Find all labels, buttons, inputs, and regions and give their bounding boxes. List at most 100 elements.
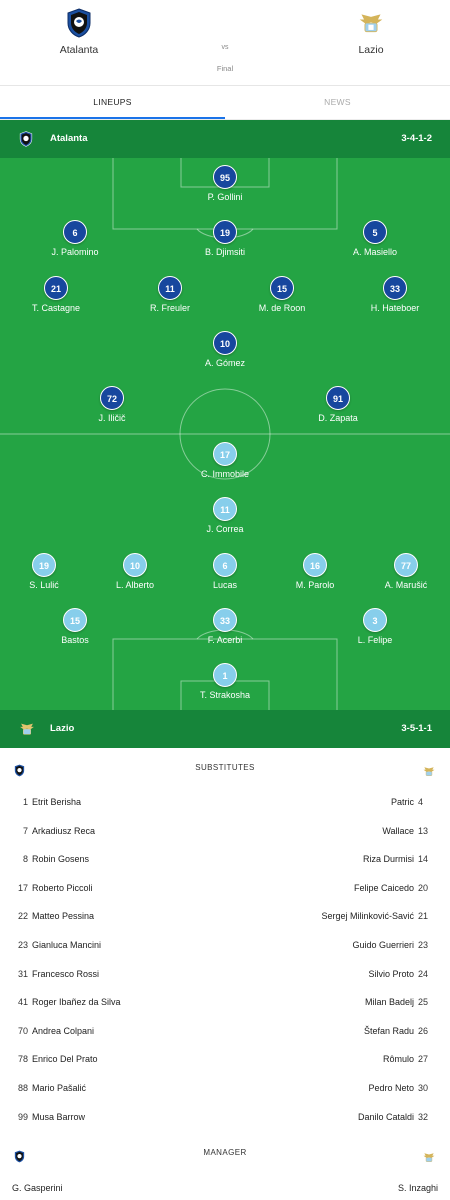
away-sub-name[interactable]: Patric bbox=[391, 797, 414, 807]
player-name: R. Freuler bbox=[149, 303, 190, 313]
away-sub-number: 23 bbox=[418, 940, 429, 950]
away-player[interactable]: 11 J. Correa bbox=[175, 497, 275, 534]
away-team-bar: Lazio 3-5-1-1 bbox=[0, 710, 450, 748]
home-player[interactable]: 11 R. Freuler bbox=[120, 276, 220, 313]
player-number: 19 bbox=[213, 220, 237, 244]
away-sub-number: 30 bbox=[418, 1083, 429, 1093]
home-sub-number: 41 bbox=[17, 997, 28, 1008]
away-player[interactable]: 3 L. Felipe bbox=[325, 608, 425, 645]
home-sub-number: 17 bbox=[17, 882, 28, 893]
away-player[interactable]: 1 T. Strakosha bbox=[175, 663, 275, 700]
tab-lineups[interactable]: LINEUPS bbox=[0, 86, 225, 119]
home-sub-name[interactable]: Etrit Berisha bbox=[32, 797, 81, 807]
home-sub-number: 88 bbox=[17, 1083, 28, 1093]
home-player[interactable]: 19 B. Djimsiti bbox=[175, 220, 275, 257]
player-number: 11 bbox=[213, 497, 237, 521]
lazio-eagle-crest-icon bbox=[359, 14, 383, 33]
away-sub-number: 25 bbox=[418, 997, 429, 1008]
away-player[interactable]: 15 Bastos bbox=[25, 608, 125, 645]
away-player[interactable]: 16 M. Parolo bbox=[265, 553, 365, 590]
atalanta-crest-icon bbox=[19, 131, 33, 147]
home-sub-name[interactable]: Arkadiusz Reca bbox=[32, 826, 95, 836]
substitutes-title: SUBSTITUTES bbox=[195, 763, 255, 772]
player-name: D. Zapata bbox=[318, 413, 358, 423]
home-sub-name[interactable]: Francesco Rossi bbox=[32, 969, 99, 979]
substitute-row: 17 Roberto Piccoli Felipe Caicedo 20 bbox=[0, 874, 450, 902]
away-sub-name[interactable]: Sergej Milinković-Savić bbox=[321, 911, 414, 921]
player-number: 19 bbox=[32, 553, 56, 577]
home-player[interactable]: 91 D. Zapata bbox=[288, 386, 388, 423]
player-number: 1 bbox=[213, 663, 237, 687]
player-name: A. Marušić bbox=[384, 580, 428, 590]
away-sub-number: 14 bbox=[418, 854, 429, 865]
player-number: 6 bbox=[63, 220, 87, 244]
player-number: 21 bbox=[44, 276, 68, 300]
away-player[interactable]: 33 F. Acerbi bbox=[175, 608, 275, 645]
away-sub-name[interactable]: Rômulo bbox=[383, 1054, 414, 1064]
player-name: J. Iličič bbox=[98, 413, 126, 423]
manager-header: MANAGER bbox=[0, 1134, 450, 1174]
away-player[interactable]: 6 Lucas bbox=[175, 553, 275, 590]
home-sub-number: 1 bbox=[22, 797, 28, 807]
home-player[interactable]: 72 J. Iličič bbox=[62, 386, 162, 423]
home-player[interactable]: 5 A. Masiello bbox=[325, 220, 425, 257]
home-sub-name[interactable]: Mario Pašalić bbox=[32, 1083, 86, 1093]
lazio-eagle-crest-icon bbox=[423, 1153, 435, 1162]
away-sub-name[interactable]: Pedro Neto bbox=[368, 1083, 414, 1093]
home-player[interactable]: 95 P. Gollini bbox=[175, 165, 275, 202]
away-player[interactable]: 10 L. Alberto bbox=[85, 553, 185, 590]
player-number: 11 bbox=[158, 276, 182, 300]
away-sub-name[interactable]: Guido Guerrieri bbox=[352, 940, 414, 950]
player-name: J. Palomino bbox=[51, 247, 99, 257]
away-player[interactable]: 19 S. Lulić bbox=[0, 553, 94, 590]
home-sub-name[interactable]: Robin Gosens bbox=[32, 854, 89, 864]
player-name: A. Masiello bbox=[352, 247, 397, 257]
manager-row: G. Gasperini S. Inzaghi bbox=[0, 1180, 450, 1196]
away-team-block[interactable]: Lazio bbox=[311, 8, 431, 56]
match-header: Atalanta vs Final Lazio bbox=[0, 0, 450, 86]
player-name: T. Castagne bbox=[31, 303, 81, 313]
home-player[interactable]: 21 T. Castagne bbox=[6, 276, 106, 313]
home-manager[interactable]: G. Gasperini bbox=[12, 1183, 63, 1193]
home-sub-number: 99 bbox=[17, 1111, 28, 1122]
home-formation: 3-4-1-2 bbox=[401, 133, 432, 144]
substitute-row: 31 Francesco Rossi Silvio Proto 24 bbox=[0, 960, 450, 988]
home-sub-name[interactable]: Andrea Colpani bbox=[32, 1026, 94, 1036]
substitute-row: 78 Enrico Del Prato Rômulo 27 bbox=[0, 1045, 450, 1073]
away-player[interactable]: 17 C. Immobile bbox=[175, 442, 275, 479]
home-sub-name[interactable]: Roberto Piccoli bbox=[32, 883, 93, 893]
substitute-row: 70 Andrea Colpani Štefan Radu 26 bbox=[0, 1017, 450, 1045]
player-name: P. Gollini bbox=[207, 192, 243, 202]
player-name: C. Immobile bbox=[200, 469, 249, 479]
player-name: L. Alberto bbox=[115, 580, 155, 590]
home-player[interactable]: 10 A. Gómez bbox=[175, 331, 275, 368]
away-sub-number: 27 bbox=[418, 1054, 429, 1065]
player-name: Bastos bbox=[61, 635, 89, 645]
away-sub-name[interactable]: Riza Durmisi bbox=[363, 854, 414, 864]
player-name: T. Strakosha bbox=[199, 690, 251, 700]
player-name: J. Correa bbox=[206, 524, 244, 534]
substitute-row: 8 Robin Gosens Riza Durmisi 14 bbox=[0, 845, 450, 873]
away-sub-number: 13 bbox=[418, 825, 429, 836]
home-sub-name[interactable]: Enrico Del Prato bbox=[32, 1054, 98, 1064]
away-sub-name[interactable]: Felipe Caicedo bbox=[354, 883, 414, 893]
away-sub-name[interactable]: Danilo Cataldi bbox=[358, 1112, 414, 1122]
tab-news[interactable]: NEWS bbox=[225, 86, 450, 119]
home-sub-name[interactable]: Gianluca Mancini bbox=[32, 940, 101, 950]
home-sub-name[interactable]: Matteo Pessina bbox=[32, 911, 94, 921]
home-sub-name[interactable]: Roger Ibañez da Silva bbox=[32, 997, 121, 1007]
substitute-row: 41 Roger Ibañez da Silva Milan Badelj 25 bbox=[0, 988, 450, 1016]
home-player[interactable]: 15 M. de Roon bbox=[232, 276, 332, 313]
away-player[interactable]: 77 A. Marušić bbox=[356, 553, 450, 590]
away-sub-number: 21 bbox=[418, 911, 429, 922]
home-player[interactable]: 33 H. Hateboer bbox=[345, 276, 445, 313]
away-sub-name[interactable]: Milan Badelj bbox=[365, 997, 414, 1007]
away-sub-name[interactable]: Štefan Radu bbox=[364, 1026, 414, 1036]
away-sub-name[interactable]: Silvio Proto bbox=[368, 969, 414, 979]
home-sub-number: 70 bbox=[17, 1025, 28, 1036]
away-sub-name[interactable]: Wallace bbox=[382, 826, 414, 836]
home-sub-name[interactable]: Musa Barrow bbox=[32, 1112, 85, 1122]
away-manager[interactable]: S. Inzaghi bbox=[398, 1183, 438, 1193]
player-number: 5 bbox=[363, 220, 387, 244]
home-player[interactable]: 6 J. Palomino bbox=[25, 220, 125, 257]
